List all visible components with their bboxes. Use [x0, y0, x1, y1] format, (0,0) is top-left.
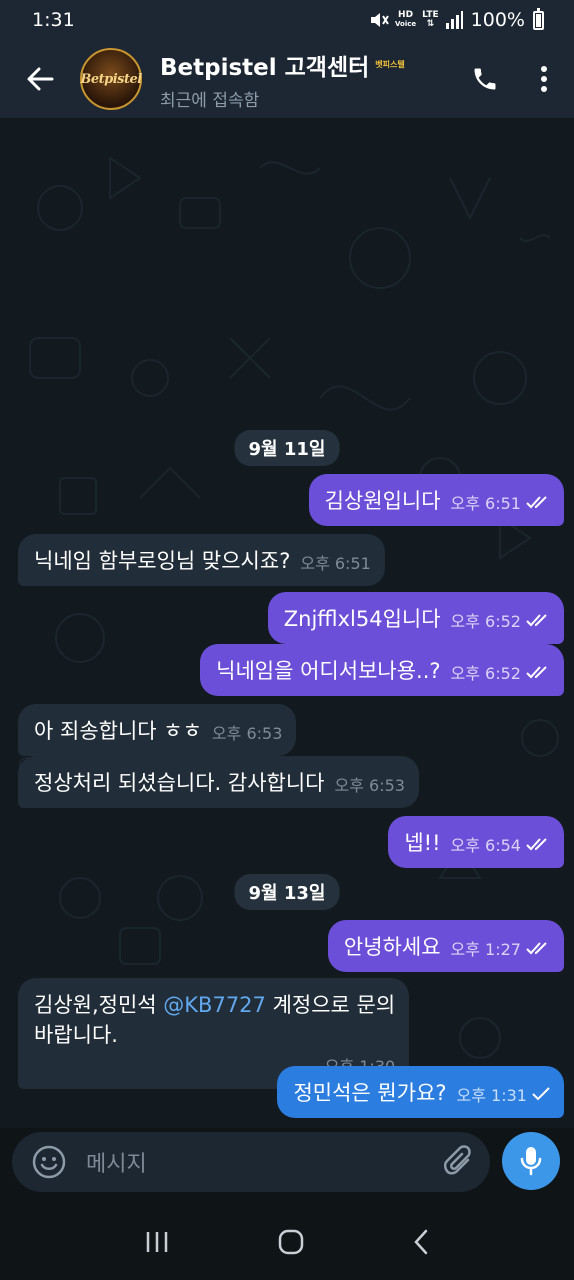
message-time: 오후 6:53 — [211, 724, 283, 743]
recent-apps-icon[interactable] — [145, 1231, 169, 1253]
message-time: 오후 6:53 — [334, 776, 405, 795]
title-badge: 벳피스텔 — [375, 60, 405, 69]
arrow-left-icon — [27, 67, 54, 91]
message-meta: 오후 6:51 — [300, 550, 370, 575]
double-check-icon — [526, 838, 547, 851]
lte-indicator: LTE ⇅ — [422, 11, 439, 29]
status-icons: HD Voice LTE ⇅ — [369, 11, 463, 29]
message-meta: 오후 1:27 — [451, 936, 550, 961]
date-separator: 9월 13일 — [234, 874, 340, 910]
chat-area[interactable]: 9월 11일 김상원입니다 오후 6:51 닉네임 함부로잉님 맞으시죠? 오후… — [0, 118, 574, 1128]
home-icon[interactable] — [278, 1229, 304, 1255]
microphone-icon — [520, 1147, 542, 1176]
message-meta: 오후 1:31 — [457, 1082, 550, 1107]
chat-title-block[interactable]: Betpistel 고객센터 벳피스텔 최근에 접속함 — [160, 48, 456, 111]
message-bubble-incoming[interactable]: 닉네임 함부로잉님 맞으시죠? 오후 6:51 — [18, 534, 385, 586]
message-text: 정민석은 뭔가요? — [293, 1081, 447, 1105]
message-bubble-outgoing[interactable]: 정민석은 뭔가요? 오후 1:31 — [277, 1066, 564, 1118]
call-button[interactable] — [456, 40, 514, 118]
hd-voice-indicator: HD Voice — [395, 11, 416, 29]
hd-label: HD — [398, 10, 414, 20]
message-meta: 오후 6:52 — [451, 608, 550, 633]
title-row: Betpistel 고객센터 벳피스텔 — [160, 48, 456, 82]
message-bubble-incoming[interactable]: 아 죄송합니다 ㅎㅎ 오후 6:53 — [18, 704, 297, 756]
message-text: 김상원,정민석 @KB7727 계정으로 문의 — [34, 989, 395, 1019]
message-text: Znjfflxl54입니다 — [283, 607, 441, 631]
message-time: 오후 6:51 — [450, 494, 521, 513]
message-time: 오후 6:54 — [450, 836, 521, 855]
message-time: 오후 6:51 — [300, 554, 371, 573]
back-nav-icon[interactable] — [413, 1229, 429, 1255]
message-text: 안녕하세요 — [343, 935, 441, 959]
emoji-icon[interactable] — [32, 1145, 66, 1179]
message-text-part: 김상원,정민석 — [34, 993, 164, 1017]
avatar[interactable]: Betpistel — [80, 48, 142, 110]
message-meta: 오후 6:53 — [335, 772, 405, 797]
message-bubble-outgoing[interactable]: 넵!! 오후 6:54 — [388, 816, 564, 868]
single-check-icon — [532, 1087, 550, 1101]
back-button[interactable] — [0, 40, 80, 118]
last-seen-status: 최근에 접속함 — [160, 90, 260, 111]
double-check-icon — [526, 942, 547, 955]
message-text-line2: 바랍니다. — [34, 1023, 118, 1047]
battery-percent: 100% — [470, 9, 525, 31]
message-text: 닉네임을 어디서보나용..? — [216, 659, 441, 683]
status-bar: 1:31 HD Voice LTE ⇅ 100% — [0, 0, 574, 40]
message-meta: 오후 6:54 — [451, 832, 550, 857]
mute-icon — [370, 13, 389, 27]
phone-icon — [474, 68, 496, 90]
message-meta: 오후 6:53 — [212, 720, 282, 745]
chat-header: Betpistel Betpistel 고객센터 벳피스텔 최근에 접속함 — [0, 40, 574, 118]
message-bubble-outgoing[interactable]: 닉네임을 어디서보나용..? 오후 6:52 — [200, 644, 564, 696]
message-meta: 오후 6:51 — [451, 490, 550, 515]
system-nav-bar — [0, 1204, 574, 1280]
double-check-icon — [526, 666, 547, 679]
message-bubble-outgoing[interactable]: Znjfflxl54입니다 오후 6:52 — [267, 592, 564, 644]
message-input-bar[interactable]: 메시지 — [12, 1132, 490, 1192]
message-meta: 오후 6:52 — [451, 660, 550, 685]
message-text: 넵!! — [404, 831, 441, 855]
message-input[interactable]: 메시지 — [86, 1146, 444, 1178]
signal-icon — [445, 11, 463, 29]
voice-message-button[interactable] — [502, 1132, 560, 1190]
message-time: 오후 1:31 — [456, 1086, 527, 1105]
battery-icon — [533, 7, 544, 30]
message-time: 오후 6:52 — [450, 612, 521, 631]
data-arrows-icon: ⇅ — [426, 19, 435, 29]
message-time: 오후 1:27 — [450, 940, 521, 959]
avatar-logo-text: Betpistel — [80, 71, 142, 87]
message-text-part: 계정으로 문의 — [265, 993, 396, 1017]
message-time: 오후 6:52 — [450, 664, 521, 683]
more-vertical-icon — [541, 66, 547, 92]
more-options-button[interactable] — [514, 40, 574, 118]
double-check-icon — [526, 496, 547, 509]
message-text: 정상처리 되셨습니다. 감사합니다 — [34, 771, 325, 795]
voice-label: Voice — [394, 20, 417, 28]
status-right: HD Voice LTE ⇅ 100% — [369, 7, 544, 31]
message-text: 김상원입니다 — [324, 489, 441, 513]
mention-link[interactable]: @KB7727 — [163, 993, 266, 1017]
status-time: 1:31 — [32, 9, 75, 31]
message-text: 닉네임 함부로잉님 맞으시죠? — [34, 549, 291, 573]
date-separator: 9월 11일 — [234, 430, 340, 466]
message-bubble-outgoing[interactable]: 안녕하세요 오후 1:27 — [327, 920, 564, 972]
message-bubble-outgoing[interactable]: 김상원입니다 오후 6:51 — [308, 474, 564, 526]
message-bubble-incoming[interactable]: 정상처리 되셨습니다. 감사합니다 오후 6:53 — [18, 756, 419, 808]
attach-icon[interactable] — [444, 1145, 474, 1179]
message-text: 아 죄송합니다 ㅎㅎ — [34, 719, 202, 743]
double-check-icon — [526, 614, 547, 627]
chat-title: Betpistel 고객센터 — [160, 54, 370, 81]
